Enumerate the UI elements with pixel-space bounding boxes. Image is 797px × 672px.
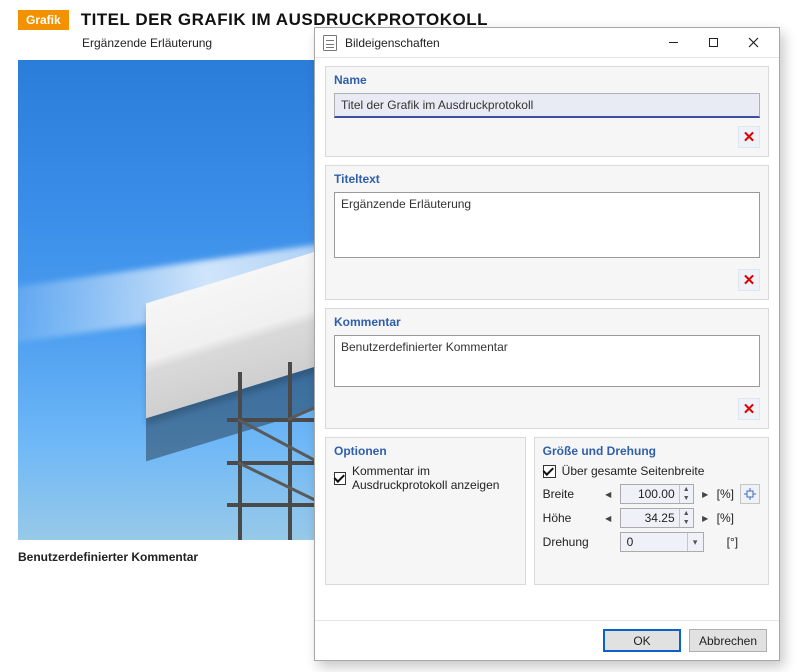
width-decrement[interactable]: ◀ xyxy=(603,490,614,499)
dialog-button-row: OK Abbrechen xyxy=(315,620,779,660)
height-unit: [%] xyxy=(717,511,734,525)
full-width-label: Über gesamte Seitenbreite xyxy=(562,464,705,478)
minimize-button[interactable] xyxy=(653,29,693,57)
show-comment-checkbox[interactable] xyxy=(334,472,346,485)
category-tag: Grafik xyxy=(18,10,69,30)
dialog-titlebar[interactable]: Bildeigenschaften xyxy=(315,28,779,58)
width-spinner[interactable]: 100.00 ▲▼ xyxy=(620,484,694,504)
fit-width-button[interactable] xyxy=(740,484,760,504)
width-unit: [%] xyxy=(717,487,734,501)
group-name-label: Name xyxy=(334,73,760,87)
group-titletext-label: Titeltext xyxy=(334,172,760,186)
height-spinner[interactable]: 34.25 ▲▼ xyxy=(620,508,694,528)
close-button[interactable] xyxy=(733,29,773,57)
height-decrement[interactable]: ◀ xyxy=(603,514,614,523)
maximize-button[interactable] xyxy=(693,29,733,57)
clear-comment-button[interactable]: ✕ xyxy=(738,398,760,420)
group-name: Name Titel der Grafik im Ausdruckprotoko… xyxy=(325,66,769,157)
width-step-up[interactable]: ▲ xyxy=(680,485,693,494)
document-icon xyxy=(323,35,337,51)
titletext-input[interactable] xyxy=(334,192,760,258)
ok-button[interactable]: OK xyxy=(603,629,681,652)
x-icon: ✕ xyxy=(743,400,756,418)
rotation-value: 0 xyxy=(621,535,687,549)
group-comment: Kommentar ✕ xyxy=(325,308,769,429)
cancel-button[interactable]: Abbrechen xyxy=(689,629,767,652)
group-titletext: Titeltext ✕ xyxy=(325,165,769,300)
group-size-rotation: Größe und Drehung Über gesamte Seitenbre… xyxy=(534,437,769,585)
group-options: Optionen Kommentar im Ausdruckprotokoll … xyxy=(325,437,526,585)
show-comment-label: Kommentar im Ausdruckprotokoll anzeigen xyxy=(352,464,517,492)
chevron-down-icon: ▾ xyxy=(687,533,703,551)
width-increment[interactable]: ▶ xyxy=(700,490,711,499)
rotation-label: Drehung xyxy=(543,535,597,549)
group-options-label: Optionen xyxy=(334,444,517,458)
height-step-down[interactable]: ▼ xyxy=(680,518,693,527)
rotation-unit: [°] xyxy=(727,535,738,549)
group-size-label: Größe und Drehung xyxy=(543,444,760,458)
width-value: 100.00 xyxy=(621,485,679,503)
x-icon: ✕ xyxy=(743,271,756,289)
clear-name-button[interactable]: ✕ xyxy=(738,126,760,148)
comment-input[interactable] xyxy=(334,335,760,387)
clear-titletext-button[interactable]: ✕ xyxy=(738,269,760,291)
rotation-combo[interactable]: 0 ▾ xyxy=(620,532,704,552)
width-label: Breite xyxy=(543,487,597,501)
height-increment[interactable]: ▶ xyxy=(700,514,711,523)
dialog-title: Bildeigenschaften xyxy=(345,36,653,50)
height-step-up[interactable]: ▲ xyxy=(680,509,693,518)
group-comment-label: Kommentar xyxy=(334,315,760,329)
image-properties-dialog: Bildeigenschaften Name Titel der Grafik … xyxy=(314,27,780,661)
full-width-checkbox[interactable] xyxy=(543,465,556,478)
name-input[interactable]: Titel der Grafik im Ausdruckprotokoll xyxy=(334,93,760,118)
height-label: Höhe xyxy=(543,511,597,525)
height-value: 34.25 xyxy=(621,509,679,527)
width-step-down[interactable]: ▼ xyxy=(680,494,693,503)
x-icon: ✕ xyxy=(743,128,756,146)
